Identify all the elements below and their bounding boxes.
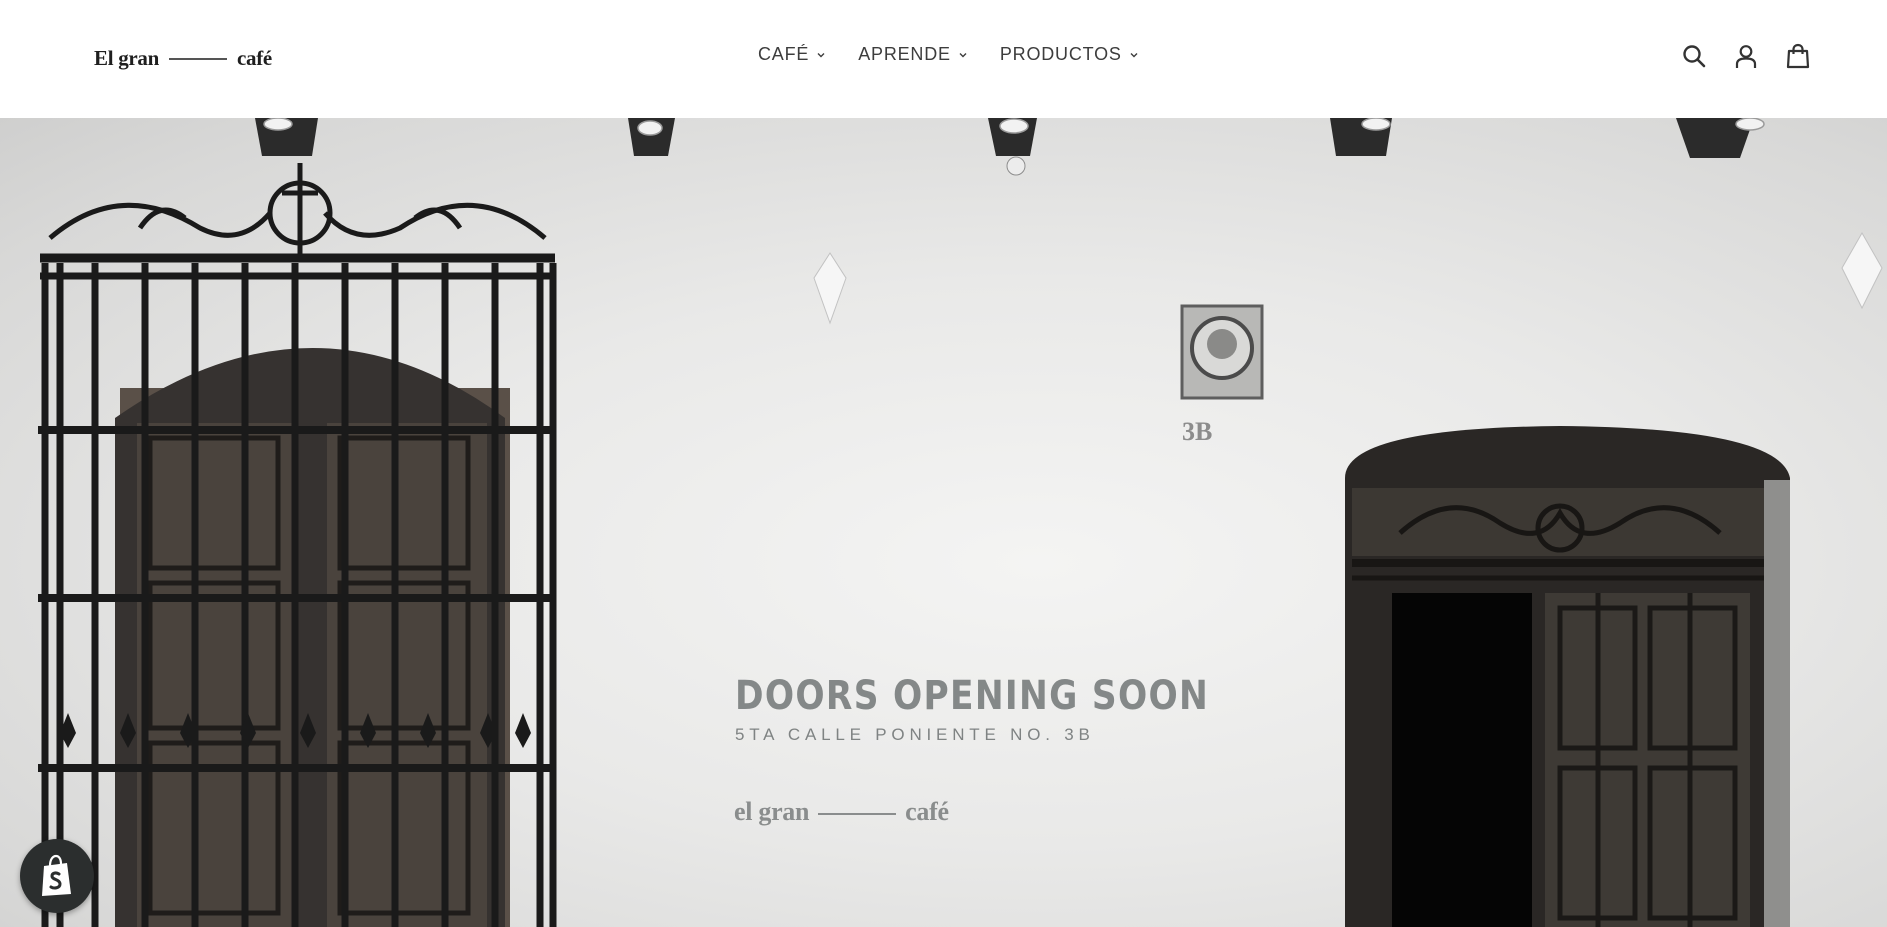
house-number: 3B <box>1182 417 1212 446</box>
nav-item-productos[interactable]: PRODUCTOS <box>1000 44 1139 65</box>
logo-text-right: café <box>237 45 272 70</box>
account-button[interactable] <box>1732 41 1760 71</box>
hero-logo-dash <box>818 812 897 815</box>
chevron-down-icon <box>1130 52 1138 57</box>
header-icons <box>1680 41 1812 71</box>
cart-icon <box>1786 43 1810 69</box>
shopify-bag-icon <box>42 854 71 896</box>
nav-item-label: CAFÉ <box>758 44 810 64</box>
hero-title: DOORS OPENING SOON <box>735 673 1210 719</box>
cart-button[interactable] <box>1784 41 1812 71</box>
shopify-chat-badge[interactable] <box>20 839 94 913</box>
hero-logo-right: café <box>905 797 949 826</box>
search-button[interactable] <box>1680 41 1708 71</box>
hero-logo-left: el gran <box>734 797 810 826</box>
hero-text-block: DOORS OPENING SOON 5TA CALLE PONIENTE NO… <box>735 673 1286 745</box>
site-header: El gran café CAFÉ APRENDE PRODUCTOS <box>0 0 1887 118</box>
hero-address: 5TA CALLE PONIENTE NO. 3B <box>735 725 1095 744</box>
nav-item-aprende[interactable]: APRENDE <box>858 44 968 65</box>
hero-logo: el gran café <box>734 797 949 827</box>
chevron-down-icon <box>959 52 967 57</box>
account-icon <box>1735 45 1757 68</box>
site-logo[interactable]: El gran café <box>94 44 272 72</box>
hero-banner: 3B DOORS OPENING SOON 5TA CALLE PONIENTE… <box>0 118 1887 927</box>
chevron-down-icon <box>817 52 825 57</box>
logo-dash <box>169 58 227 60</box>
nav-item-label: APRENDE <box>858 44 951 64</box>
main-nav: CAFÉ APRENDE PRODUCTOS <box>758 44 1139 65</box>
logo-text-left: El gran <box>94 45 159 70</box>
search-icon <box>1683 45 1706 68</box>
nav-item-label: PRODUCTOS <box>999 44 1122 64</box>
nav-item-cafe[interactable]: CAFÉ <box>758 44 826 65</box>
